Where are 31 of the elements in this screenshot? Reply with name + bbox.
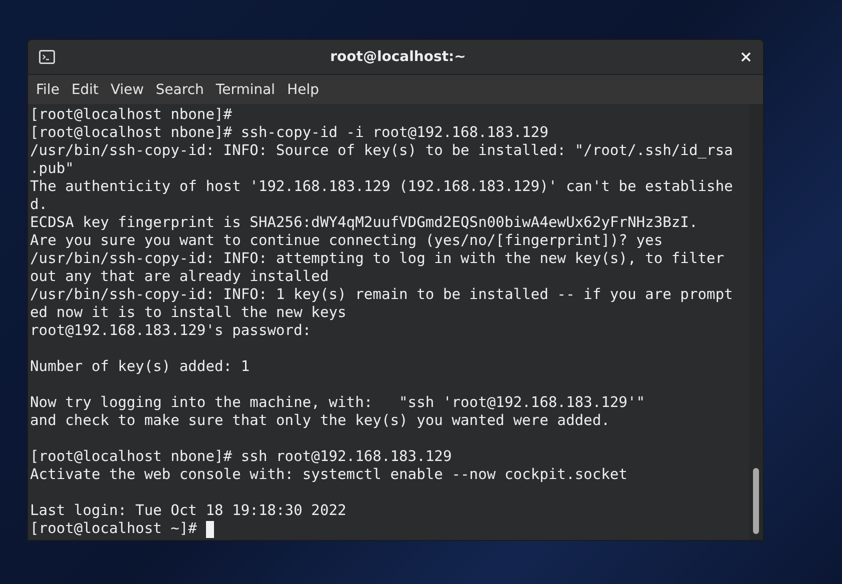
scrollbar-thumb[interactable] bbox=[753, 468, 759, 534]
menu-item[interactable]: Help bbox=[283, 82, 324, 98]
terminal-line: Activate the web console with: systemctl enable --now cockpit.socket bbox=[30, 466, 628, 484]
terminal-line: The authenticity of host '192.168.183.129 (192.168.183.129)' can't be establishe bbox=[30, 178, 734, 196]
terminal-line: ECDSA key fingerprint is SHA256:dWY4qM2uufVDGmd2EQSn00biwA4ewUx62yFrNHz3BzI. bbox=[30, 214, 699, 232]
terminal-line: Now try logging into the machine, with: "ssh 'root@192.168.183.129'" bbox=[30, 394, 646, 412]
menu-item[interactable]: View bbox=[106, 82, 149, 98]
terminal-line: out any that are already installed bbox=[30, 268, 330, 286]
terminal-prompt: [root@localhost ~]# bbox=[30, 520, 197, 538]
terminal-line: [root@localhost nbone]# ssh root@192.168.183.129 bbox=[30, 448, 453, 466]
terminal-line: Last login: Tue Oct 18 19:18:30 2022 bbox=[30, 502, 348, 520]
menu-item[interactable]: File bbox=[32, 82, 64, 98]
terminal-line: Are you sure you want to continue connecting (yes/no/[fingerprint])? yes bbox=[30, 232, 664, 250]
terminal-line: .pub" bbox=[30, 160, 75, 178]
terminal-line: Number of key(s) added: 1 bbox=[30, 358, 251, 376]
terminal-line: [root@localhost nbone]# ssh-copy-id -i root@192.168.183.129 bbox=[30, 124, 550, 142]
terminal-line: and check to make sure that only the key(s) you wanted were added. bbox=[30, 412, 611, 430]
terminal-line: /usr/bin/ssh-copy-id: INFO: 1 key(s) remain to be installed -- if you are prompt bbox=[30, 286, 734, 304]
terminal-icon bbox=[39, 50, 55, 64]
terminal-line: [root@localhost nbone]# bbox=[30, 106, 234, 124]
text-cursor bbox=[206, 520, 214, 538]
terminal-line: /usr/bin/ssh-copy-id: INFO: attempting to log in with the new key(s), to filter bbox=[30, 250, 726, 268]
menu-item[interactable]: Search bbox=[152, 82, 209, 98]
terminal-line: /usr/bin/ssh-copy-id: INFO: Source of key(s) to be installed: "/root/.ssh/id_rsa bbox=[30, 142, 734, 160]
terminal-line: root@192.168.183.129's password: bbox=[30, 322, 312, 340]
menu-item[interactable]: Edit bbox=[67, 82, 104, 98]
terminal-line: d. bbox=[30, 196, 49, 214]
menu-item[interactable]: Terminal bbox=[212, 82, 280, 98]
window-title: root@localhost:~ bbox=[329, 49, 467, 65]
terminal-line: ed now it is to install the new keys bbox=[30, 304, 348, 322]
close-icon[interactable] bbox=[741, 52, 751, 62]
